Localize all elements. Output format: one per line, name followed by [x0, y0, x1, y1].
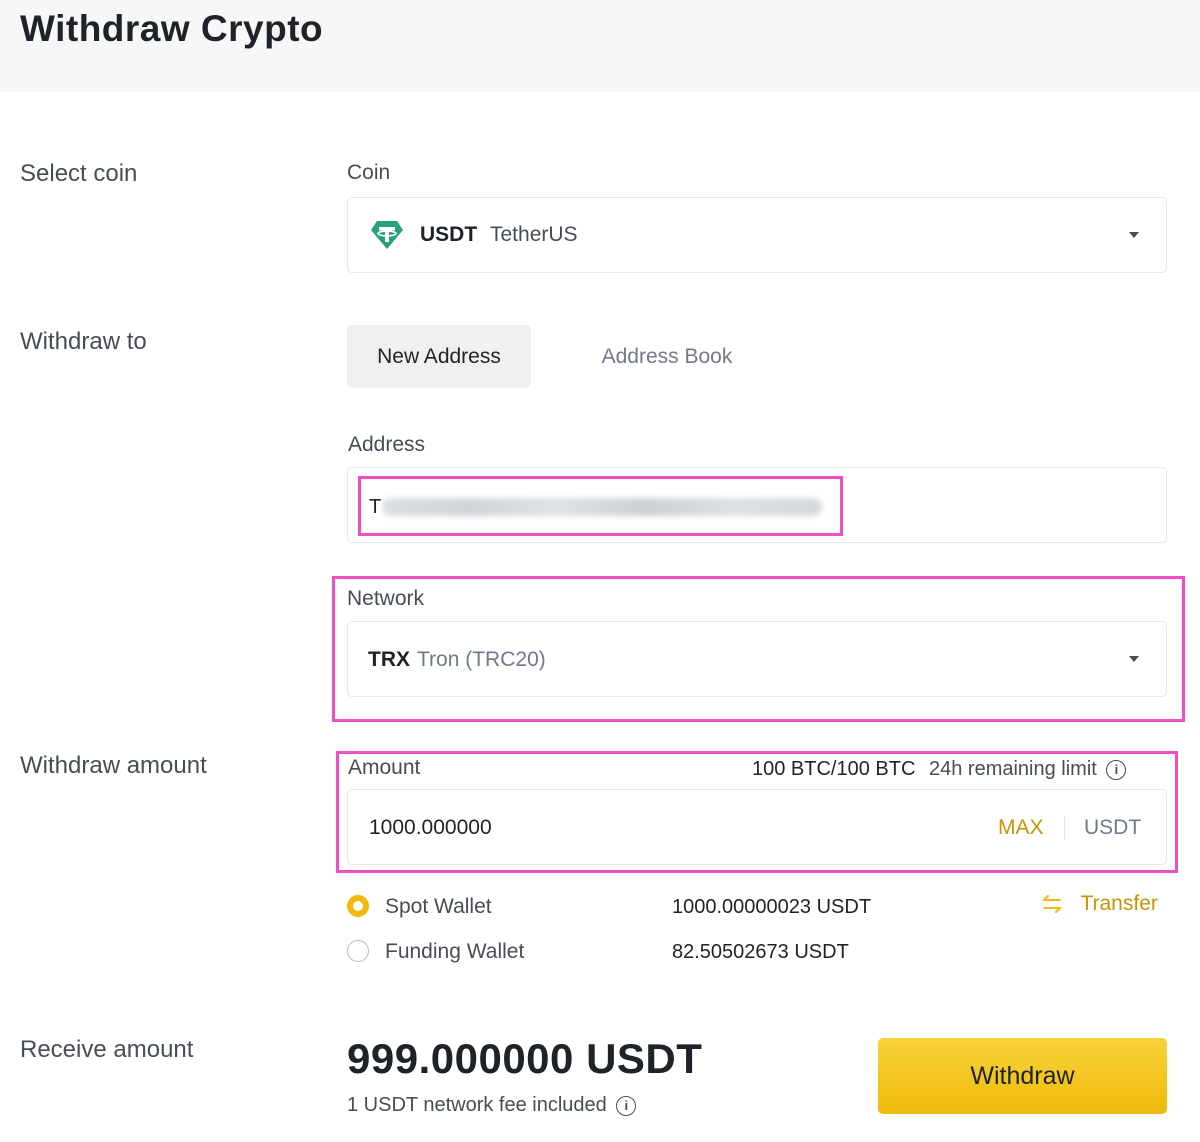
- amount-field-label: Amount: [348, 756, 421, 779]
- address-value: T: [369, 496, 382, 518]
- spot-wallet-label[interactable]: Spot Wallet: [385, 895, 492, 919]
- funding-wallet-radio[interactable]: [347, 940, 369, 962]
- fee-note: 1 USDT network fee included i: [347, 1094, 637, 1117]
- coin-name: TetherUS: [490, 223, 578, 246]
- network-field-label: Network: [347, 587, 425, 610]
- withdraw-amount-label: Withdraw amount: [20, 752, 207, 779]
- chevron-down-icon: [1129, 232, 1139, 238]
- address-input[interactable]: T: [347, 467, 1167, 543]
- info-icon[interactable]: i: [1106, 759, 1127, 780]
- fee-note-text: 1 USDT network fee included: [347, 1094, 607, 1116]
- info-icon[interactable]: i: [616, 1095, 637, 1116]
- select-coin-label: Select coin: [20, 160, 138, 187]
- tether-icon: [371, 221, 403, 249]
- network-symbol: TRX: [368, 648, 410, 671]
- max-button[interactable]: MAX: [998, 816, 1044, 840]
- amount-limit: 100 BTC/100 BTC 24h remaining limit i: [752, 758, 1127, 781]
- network-select[interactable]: TRX Tron (TRC20): [347, 621, 1167, 697]
- coin-select[interactable]: USDT TetherUS: [347, 197, 1167, 273]
- transfer-link[interactable]: Transfer: [1040, 892, 1158, 916]
- funding-wallet-label[interactable]: Funding Wallet: [385, 940, 524, 964]
- amount-input[interactable]: 1000.000000 MAX USDT: [347, 789, 1167, 865]
- page-title: Withdraw Crypto: [20, 8, 324, 49]
- transfer-label: Transfer: [1080, 892, 1158, 915]
- withdraw-to-label: Withdraw to: [20, 328, 147, 355]
- receive-amount-value: 999.000000 USDT: [347, 1035, 703, 1082]
- spot-wallet-balance: 1000.00000023 USDT: [672, 896, 872, 918]
- tab-address-book[interactable]: Address Book: [582, 325, 752, 388]
- amount-value: 1000.000000: [369, 816, 492, 839]
- withdraw-button[interactable]: Withdraw: [878, 1038, 1167, 1114]
- funding-wallet-balance: 82.50502673 USDT: [672, 941, 849, 963]
- amount-unit: USDT: [1084, 816, 1142, 839]
- tab-new-address[interactable]: New Address: [347, 325, 531, 388]
- limit-label: 24h remaining limit: [928, 758, 1097, 780]
- transfer-icon: [1043, 895, 1061, 913]
- address-blurred: [382, 498, 822, 516]
- network-name: Tron (TRC20): [417, 648, 546, 671]
- page-header: Withdraw Crypto: [0, 0, 1200, 92]
- coin-symbol: USDT: [420, 223, 478, 246]
- chevron-down-icon: [1129, 656, 1139, 662]
- receive-amount-label: Receive amount: [20, 1036, 194, 1063]
- divider: [1064, 816, 1065, 840]
- address-field-label: Address: [348, 433, 426, 456]
- limit-value: 100 BTC/100 BTC: [752, 758, 916, 780]
- coin-field-label: Coin: [347, 161, 391, 184]
- spot-wallet-radio[interactable]: [347, 895, 369, 917]
